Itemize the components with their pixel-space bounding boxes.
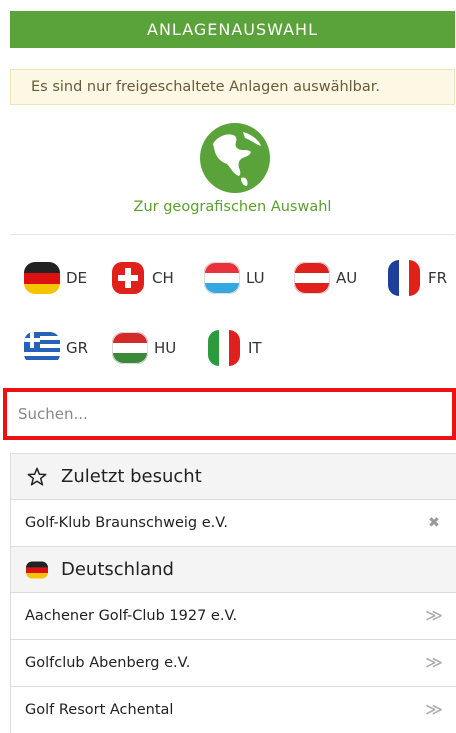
search-input[interactable]: [7, 392, 452, 436]
list-item[interactable]: Golf Resort Achental ≫: [11, 686, 456, 733]
country-lu[interactable]: LU: [204, 260, 265, 296]
geo-selection-label[interactable]: Zur geografischen Auswahl: [134, 199, 332, 215]
country-hu[interactable]: HU: [112, 330, 176, 366]
list-item-name: Aachener Golf-Club 1927 e.V.: [25, 608, 238, 624]
chevron-right-icon[interactable]: ≫: [424, 606, 444, 626]
country-gr[interactable]: GR: [24, 330, 88, 366]
country-ch[interactable]: CH: [110, 260, 174, 296]
list-item-name: Golfclub Abenberg e.V.: [25, 655, 191, 671]
info-notice: Es sind nur freigeschaltete Anlagen ausw…: [10, 69, 455, 105]
globe-icon[interactable]: [199, 122, 271, 194]
list-item-name: Golf-Klub Braunschweig e.V.: [25, 515, 228, 531]
country-label: DE: [66, 269, 88, 287]
flag-fr-icon: [388, 260, 420, 296]
flag-ch-icon: [112, 262, 144, 294]
info-notice-text: Es sind nur freigeschaltete Anlagen ausw…: [31, 79, 381, 95]
section-recent: Zuletzt besucht: [11, 453, 456, 499]
country-label: HU: [154, 339, 177, 357]
list-item-name: Golf Resort Achental: [25, 702, 174, 718]
section-germany: Deutschland: [11, 546, 456, 592]
flag-lu-icon: [204, 262, 240, 294]
section-title: Zuletzt besucht: [61, 466, 202, 487]
flag-de-icon: [25, 558, 49, 582]
country-de[interactable]: DE: [24, 260, 87, 296]
list-item[interactable]: Aachener Golf-Club 1927 e.V. ≫: [11, 592, 456, 639]
flag-de-icon: [24, 262, 60, 294]
country-label: IT: [248, 339, 262, 357]
country-au[interactable]: AU: [294, 260, 357, 296]
flag-hu-icon: [112, 332, 148, 364]
flag-it-icon: [208, 330, 240, 366]
country-fr[interactable]: FR: [386, 260, 447, 296]
divider: [10, 234, 455, 235]
country-label: GR: [66, 339, 89, 357]
star-icon: [25, 465, 49, 489]
facility-list: Zuletzt besucht Golf-Klub Braunschweig e…: [10, 453, 456, 733]
page-header: ANLAGENAUSWAHL: [10, 11, 455, 48]
chevron-right-icon[interactable]: ≫: [424, 653, 444, 673]
section-title: Deutschland: [61, 559, 174, 580]
page-title: ANLAGENAUSWAHL: [147, 20, 318, 39]
list-item[interactable]: Golf-Klub Braunschweig e.V. ✖: [11, 499, 456, 546]
remove-icon[interactable]: ✖: [424, 515, 444, 531]
search-box[interactable]: [3, 388, 456, 440]
list-item[interactable]: Golfclub Abenberg e.V. ≫: [11, 639, 456, 686]
chevron-right-icon[interactable]: ≫: [424, 700, 444, 720]
flag-au-icon: [294, 262, 330, 294]
country-label: CH: [152, 269, 174, 287]
flag-gr-icon: [24, 332, 60, 364]
country-label: AU: [336, 269, 358, 287]
country-label: LU: [246, 269, 265, 287]
geo-selection-link[interactable]: Zur geografischen Auswahl: [10, 199, 455, 215]
country-it[interactable]: IT: [206, 330, 262, 366]
country-label: FR: [428, 269, 448, 287]
